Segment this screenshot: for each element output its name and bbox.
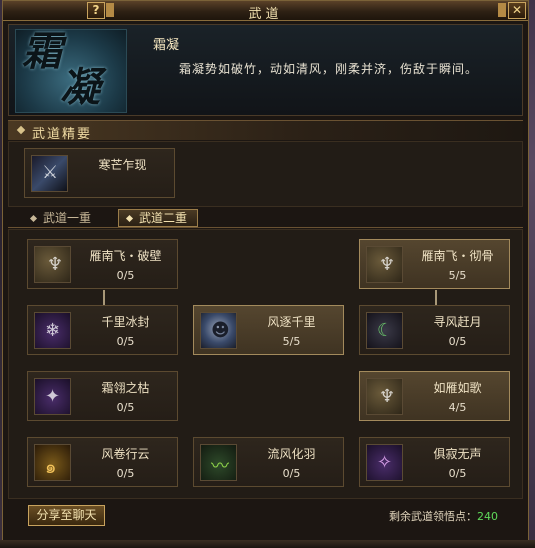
emblem-char-2: 凝 (60, 64, 100, 111)
wind-moon-icon: ☾ (366, 312, 403, 349)
essence-card[interactable]: ⚔ 寒芒乍现 (24, 148, 175, 198)
frost-swirl-icon: ❄ (34, 312, 71, 349)
tree-connector (103, 290, 105, 305)
skill-name-label: 霜翎之枯 (101, 381, 150, 395)
ghost-mask-icon: ☻ (200, 312, 237, 349)
tab-tier-one-label: 武道一重 (43, 211, 92, 225)
skill-name-label: 雁南飞・破壁 (89, 249, 162, 263)
skill-card-yannanfei-chegu[interactable]: ♆ 雁南飞・彻骨 5/5 (359, 239, 510, 289)
remaining-points: 剩余武道领悟点：240 (389, 508, 498, 524)
close-button[interactable]: ✕ (508, 2, 526, 19)
diamond-icon (125, 214, 134, 223)
diamond-icon (29, 214, 38, 223)
skill-card-shuangling-zhiku[interactable]: ✦ 霜翎之枯 0/5 (27, 371, 178, 421)
wudao-window: ? 武道 ✕ 霜 凝 霜凝 霜凝势如破竹，动如清风，刚柔并济，伤敌于瞬间。 武道… (2, 0, 529, 546)
frost-feather-icon: ✦ (34, 378, 71, 415)
skill-card-yannanfei-pobi[interactable]: ♆ 雁南飞・破壁 0/5 (27, 239, 178, 289)
remaining-points-label: 剩余武道领悟点： (389, 510, 477, 523)
skill-count-label: 0/5 (116, 269, 135, 282)
green-wind-icon: 〰 (200, 444, 237, 481)
blade-icon: ⚔ (31, 155, 68, 192)
skill-tree-panel: ♆ 雁南飞・破壁 0/5 ♆ 雁南飞・彻骨 5/5 ❄ 千里冰封 0/5 ☻ 风… (8, 229, 523, 499)
skill-name-label: 寻风赶月 (433, 315, 482, 329)
skill-name-label: 流风化羽 (267, 447, 316, 461)
title-bar[interactable]: ? 武道 ✕ (3, 1, 528, 22)
essence-panel: ⚔ 寒芒乍现 (8, 141, 523, 207)
silence-icon: ✧ (366, 444, 403, 481)
skill-name-label: 雁南飞・彻骨 (421, 249, 494, 263)
remaining-points-value: 240 (477, 510, 498, 523)
tree-connector (435, 290, 437, 305)
tab-tier-one[interactable]: 武道一重 (22, 209, 102, 227)
skill-count-label: 0/5 (282, 467, 301, 480)
skill-card-liufeng-huayu[interactable]: 〰 流风化羽 0/5 (193, 437, 344, 487)
skill-count-label: 0/5 (116, 335, 135, 348)
essence-section-label: 武道精要 (32, 127, 93, 142)
skill-card-xunfeng-ganyue[interactable]: ☾ 寻风赶月 0/5 (359, 305, 510, 355)
feather-icon: ♆ (366, 378, 403, 415)
title-ornament-right (498, 3, 506, 17)
feather-icon: ♆ (34, 246, 71, 283)
window-title: 武道 (248, 7, 283, 22)
essence-section-header: 武道精要 (8, 120, 523, 142)
tab-tier-two[interactable]: 武道二重 (118, 209, 199, 227)
diamond-icon (16, 125, 26, 135)
tier-tabs: 武道一重 武道二重 (8, 208, 523, 228)
skill-card-ruyan-ruge[interactable]: ♆ 如雁如歌 4/5 (359, 371, 510, 421)
skill-card-fengjuan-xingyun[interactable]: ๑ 风卷行云 0/5 (27, 437, 178, 487)
skill-count-label: 4/5 (448, 401, 467, 414)
skill-emblem: 霜 凝 (15, 29, 127, 113)
skill-name-label: 风逐千里 (267, 315, 316, 329)
skill-name: 霜凝 (153, 38, 180, 53)
skill-card-qianli-bingfeng[interactable]: ❄ 千里冰封 0/5 (27, 305, 178, 355)
skill-description: 霜凝势如破竹，动如清风，刚柔并济，伤敌于瞬间。 (179, 62, 479, 76)
skill-count-label: 5/5 (282, 335, 301, 348)
cloud-swirl-icon: ๑ (34, 444, 71, 481)
skill-card-juji-wusheng[interactable]: ✧ 俱寂无声 0/5 (359, 437, 510, 487)
skill-count-label: 0/5 (116, 467, 135, 480)
skill-name-label: 风卷行云 (101, 447, 150, 461)
feather-icon: ♆ (366, 246, 403, 283)
skill-name-label: 如雁如歌 (433, 381, 482, 395)
skill-card-fengzhu-qianli[interactable]: ☻ 风逐千里 5/5 (193, 305, 344, 355)
skill-count-label: 0/5 (448, 467, 467, 480)
skill-name-label: 俱寂无声 (433, 447, 482, 461)
skill-count-label: 5/5 (448, 269, 467, 282)
tab-tier-two-label: 武道二重 (139, 211, 188, 225)
skill-count-label: 0/5 (448, 335, 467, 348)
skill-count-label: 0/5 (116, 401, 135, 414)
skill-name-label: 千里冰封 (101, 315, 150, 329)
share-to-chat-button[interactable]: 分享至聊天 (28, 505, 105, 526)
skill-header: 霜 凝 霜凝 霜凝势如破竹，动如清风，刚柔并济，伤敌于瞬间。 (8, 24, 523, 116)
bottom-strip (0, 540, 535, 548)
essence-card-name: 寒芒乍现 (98, 158, 147, 172)
